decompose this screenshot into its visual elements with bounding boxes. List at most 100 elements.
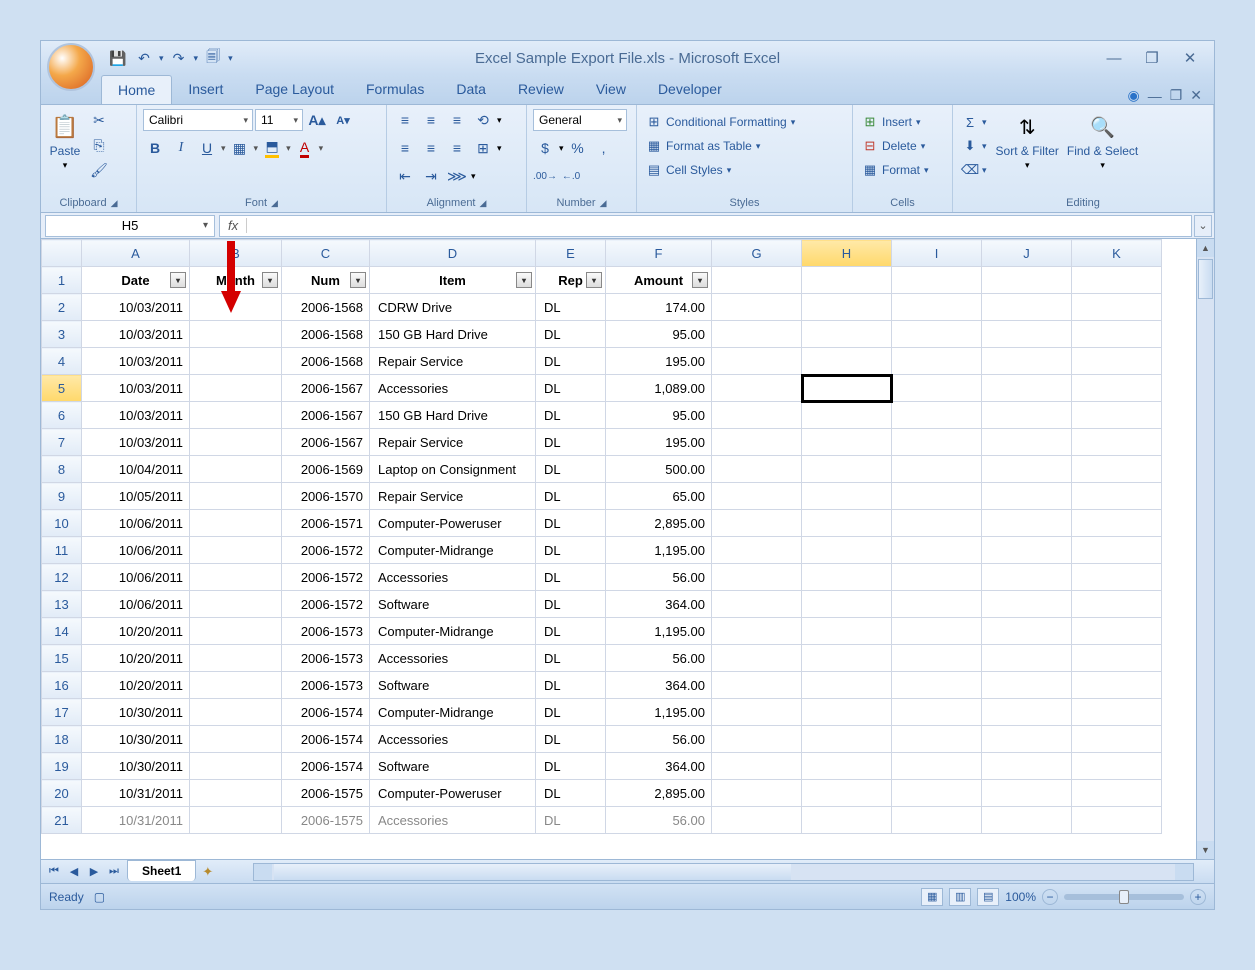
cell[interactable] <box>982 564 1072 591</box>
cell[interactable] <box>892 537 982 564</box>
cell[interactable] <box>712 780 802 807</box>
cell[interactable] <box>892 510 982 537</box>
cell[interactable] <box>802 564 892 591</box>
fill-color-button[interactable]: ⬒ <box>260 137 284 159</box>
cell[interactable]: 65.00 <box>606 483 712 510</box>
orientation-icon[interactable]: ⟲ <box>471 109 495 131</box>
macro-record-icon[interactable]: ▢ <box>94 890 105 904</box>
row-header[interactable]: 20 <box>42 780 82 807</box>
cell[interactable]: Repair Service <box>370 348 536 375</box>
cell[interactable] <box>712 753 802 780</box>
cell[interactable] <box>190 321 282 348</box>
cell[interactable]: 2006-1569 <box>282 456 370 483</box>
cell[interactable]: 174.00 <box>606 294 712 321</box>
cell[interactable] <box>802 753 892 780</box>
cell[interactable]: 10/06/2011 <box>82 591 190 618</box>
align-center-icon[interactable]: ≡ <box>419 137 443 159</box>
clear-button[interactable]: ⌫▾ <box>959 161 990 179</box>
cell[interactable] <box>982 510 1072 537</box>
delete-cells-button[interactable]: ⊟Delete ▾ <box>859 137 932 155</box>
cell[interactable]: 2006-1568 <box>282 321 370 348</box>
row-header[interactable]: 16 <box>42 672 82 699</box>
cell[interactable]: 10/31/2011 <box>82 807 190 834</box>
cell[interactable]: Software <box>370 672 536 699</box>
cell[interactable] <box>892 375 982 402</box>
cell[interactable]: 2006-1571 <box>282 510 370 537</box>
cell[interactable] <box>802 510 892 537</box>
restore-button[interactable]: ❐ <box>1138 48 1166 68</box>
cell[interactable] <box>712 348 802 375</box>
cell[interactable] <box>190 699 282 726</box>
cell[interactable] <box>1072 726 1162 753</box>
cell[interactable] <box>712 375 802 402</box>
cell[interactable]: Accessories <box>370 645 536 672</box>
cell[interactable]: 2006-1572 <box>282 564 370 591</box>
cell[interactable] <box>892 672 982 699</box>
grow-font-icon[interactable]: A▴ <box>305 109 329 131</box>
cell[interactable]: 2006-1568 <box>282 294 370 321</box>
cell[interactable] <box>190 537 282 564</box>
table-header-rep[interactable]: Rep▾ <box>536 267 606 294</box>
cell[interactable]: DL <box>536 780 606 807</box>
row-header[interactable]: 17 <box>42 699 82 726</box>
cell[interactable] <box>190 429 282 456</box>
filter-button[interactable]: ▾ <box>692 272 708 288</box>
cell[interactable] <box>712 699 802 726</box>
cell[interactable]: 10/30/2011 <box>82 726 190 753</box>
cell[interactable] <box>982 672 1072 699</box>
help-icon[interactable]: ◉ <box>1127 87 1139 104</box>
last-sheet-button[interactable]: ⏭ <box>105 863 123 881</box>
cell[interactable]: CDRW Drive <box>370 294 536 321</box>
cell[interactable] <box>1072 807 1162 834</box>
cell[interactable] <box>802 348 892 375</box>
align-bottom-icon[interactable]: ≡ <box>445 109 469 131</box>
cell[interactable]: 195.00 <box>606 348 712 375</box>
cell[interactable] <box>712 456 802 483</box>
cell[interactable] <box>892 321 982 348</box>
sheet-tab[interactable]: Sheet1 <box>127 860 196 881</box>
row-header[interactable]: 15 <box>42 645 82 672</box>
cell[interactable]: 150 GB Hard Drive <box>370 402 536 429</box>
row-header[interactable]: 9 <box>42 483 82 510</box>
cell[interactable]: DL <box>536 483 606 510</box>
cell[interactable]: DL <box>536 726 606 753</box>
cell[interactable]: 500.00 <box>606 456 712 483</box>
cell[interactable]: Accessories <box>370 807 536 834</box>
col-header-A[interactable]: A <box>82 240 190 267</box>
increase-indent-icon[interactable]: ⇥ <box>419 165 443 187</box>
filter-button[interactable]: ▾ <box>262 272 278 288</box>
underline-button[interactable]: U <box>195 137 219 159</box>
cell[interactable] <box>190 672 282 699</box>
cell[interactable] <box>892 753 982 780</box>
cell[interactable]: 95.00 <box>606 402 712 429</box>
cell[interactable]: 364.00 <box>606 753 712 780</box>
cell[interactable] <box>982 402 1072 429</box>
cell[interactable] <box>892 807 982 834</box>
row-header[interactable]: 1 <box>42 267 82 294</box>
cell[interactable] <box>892 483 982 510</box>
cell[interactable] <box>802 699 892 726</box>
tab-page-layout[interactable]: Page Layout <box>239 75 350 104</box>
undo-more[interactable]: ▾ <box>159 53 164 64</box>
cell[interactable]: DL <box>536 375 606 402</box>
table-header-num[interactable]: Num▾ <box>282 267 370 294</box>
cell[interactable] <box>802 321 892 348</box>
cell[interactable] <box>892 564 982 591</box>
cell[interactable] <box>892 618 982 645</box>
cell[interactable]: Computer-Poweruser <box>370 780 536 807</box>
cell[interactable]: 2006-1567 <box>282 402 370 429</box>
cell[interactable]: Laptop on Consignment <box>370 456 536 483</box>
cell[interactable] <box>1072 402 1162 429</box>
cell[interactable] <box>982 591 1072 618</box>
table-header-amount[interactable]: Amount▾ <box>606 267 712 294</box>
cell[interactable] <box>712 564 802 591</box>
cell[interactable]: Computer-Midrange <box>370 699 536 726</box>
cell[interactable]: 10/20/2011 <box>82 645 190 672</box>
cell[interactable] <box>712 645 802 672</box>
cell[interactable] <box>892 780 982 807</box>
cell[interactable]: 2006-1575 <box>282 780 370 807</box>
cut-icon[interactable]: ✂ <box>87 109 111 131</box>
tab-review[interactable]: Review <box>502 75 580 104</box>
row-header[interactable]: 11 <box>42 537 82 564</box>
col-header-B[interactable]: B <box>190 240 282 267</box>
